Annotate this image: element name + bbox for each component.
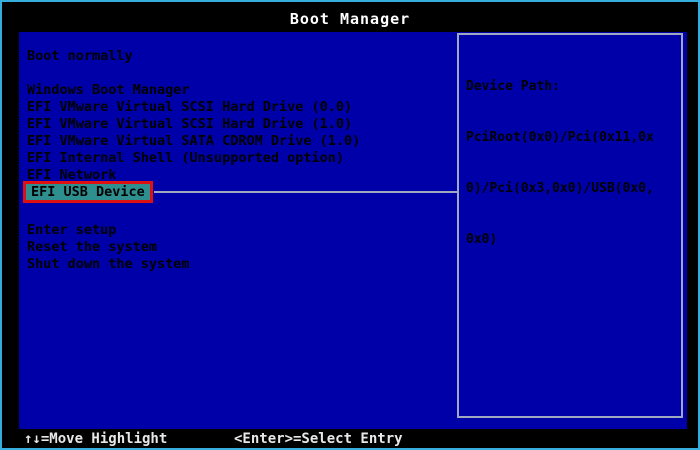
- selection-connector-line: [154, 191, 457, 193]
- move-highlight-hint: ↑↓=Move Highlight: [24, 430, 167, 448]
- menu-item-efi-usb-device[interactable]: EFI USB Device: [26, 184, 150, 200]
- menu-item-windows-boot-manager[interactable]: Windows Boot Manager: [27, 82, 190, 99]
- select-entry-hint: <Enter>=Select Entry: [234, 430, 403, 448]
- menu-item-enter-setup[interactable]: Enter setup: [27, 222, 116, 239]
- menu-item-shutdown-system[interactable]: Shut down the system: [27, 256, 190, 273]
- page-title: Boot Manager: [2, 10, 698, 28]
- menu-item-boot-normally[interactable]: Boot normally: [27, 48, 133, 65]
- device-path-title: Device Path:: [466, 78, 681, 95]
- menu-item-reset-system[interactable]: Reset the system: [27, 239, 157, 256]
- device-path-line-3: 0x0): [466, 231, 681, 248]
- menu-item-scsi-hard-drive-0[interactable]: EFI VMware Virtual SCSI Hard Drive (0.0): [27, 99, 352, 116]
- boot-manager-screen: Boot Manager Boot normally Windows Boot …: [0, 0, 700, 450]
- device-path-line-1: PciRoot(0x0)/Pci(0x11,0x: [466, 129, 681, 146]
- menu-item-internal-shell[interactable]: EFI Internal Shell (Unsupported option): [27, 150, 344, 167]
- device-path-panel: Device Path: PciRoot(0x0)/Pci(0x11,0x 0)…: [457, 33, 683, 418]
- selection-annotation-box: EFI USB Device: [23, 181, 153, 203]
- menu-item-sata-cdrom-drive[interactable]: EFI VMware Virtual SATA CDROM Drive (1.0…: [27, 133, 360, 150]
- menu-item-scsi-hard-drive-1[interactable]: EFI VMware Virtual SCSI Hard Drive (1.0): [27, 116, 352, 133]
- device-path-line-2: 0)/Pci(0x3,0x0)/USB(0x0,: [466, 180, 681, 197]
